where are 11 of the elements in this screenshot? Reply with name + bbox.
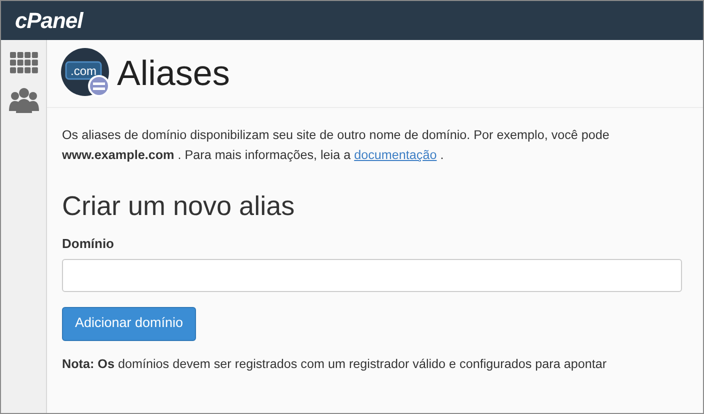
intro-text: Os aliases de domínio disponibilizam seu site de outro nome de domínio. Por exemplo, você pode www.example.com . Para mais informações, leia a documentação . — [62, 127, 610, 164]
documentation-link[interactable]: documentação — [354, 148, 437, 162]
field-label: Domínio — [62, 235, 115, 253]
section-heading: Criar um novo alias — [62, 193, 296, 220]
page-title: Aliases — [117, 56, 230, 91]
domain-input-field[interactable] — [62, 258, 682, 292]
add-domain-button[interactable]: Adicionar domínio — [62, 306, 196, 340]
cpanel-logo[interactable]: cPanel — [15, 10, 83, 32]
grid-icon[interactable] — [10, 52, 38, 74]
users-icon[interactable] — [8, 87, 38, 113]
note-text: Nota: Os domínios devem ser registrados com um registrador válido e configurados para apontar — [62, 356, 608, 373]
